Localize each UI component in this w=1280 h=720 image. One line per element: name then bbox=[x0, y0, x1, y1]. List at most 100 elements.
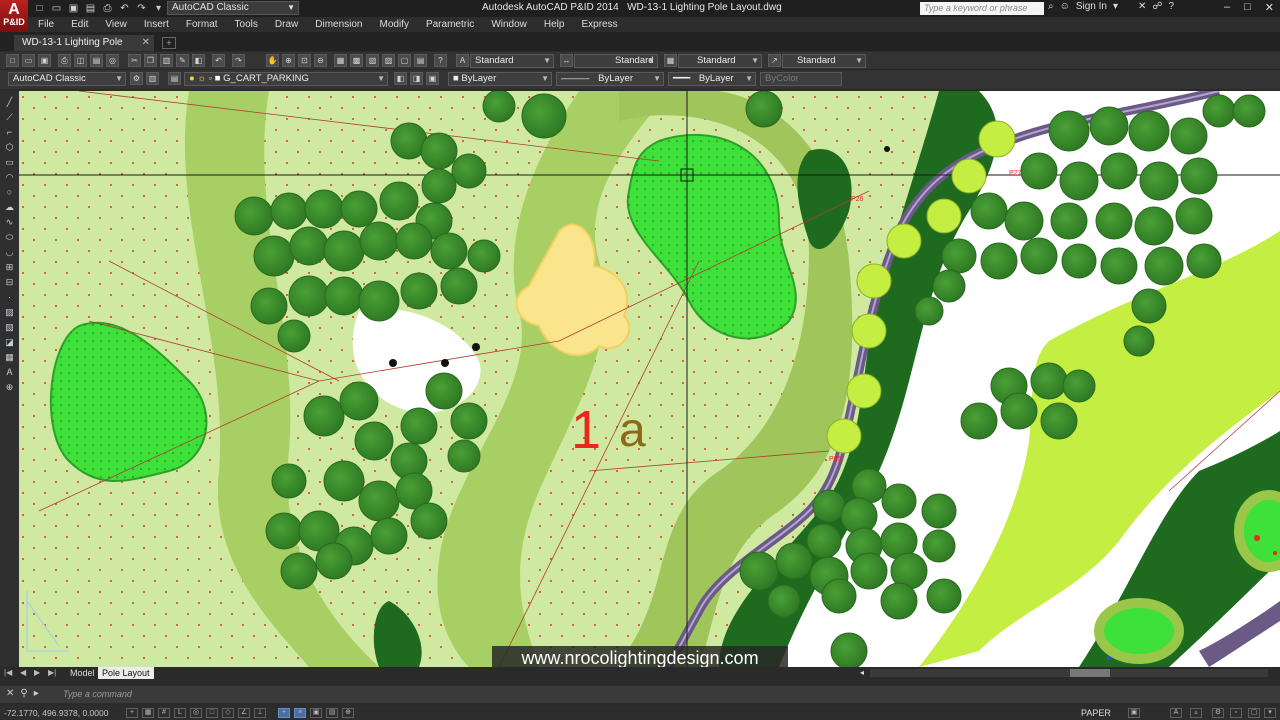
menu-help[interactable]: Help bbox=[544, 19, 565, 30]
plot-icon[interactable]: ⎙ bbox=[58, 54, 71, 67]
hatch-icon[interactable]: ▨ bbox=[3, 307, 16, 318]
menu-dimension[interactable]: Dimension bbox=[315, 19, 362, 30]
match-properties-icon[interactable]: ✎ bbox=[176, 54, 189, 67]
transparency-icon[interactable]: ▣ bbox=[310, 708, 322, 718]
make-block-icon[interactable]: ⊟ bbox=[3, 277, 16, 288]
sheet-set-icon[interactable]: ▨ bbox=[382, 54, 395, 67]
horizontal-scrollbar[interactable] bbox=[870, 669, 1268, 677]
linetype-select[interactable]: ——— ByLayer ▼ bbox=[556, 72, 664, 86]
snap-mode-icon[interactable]: ▦ bbox=[142, 708, 154, 718]
selection-cycling-icon[interactable]: ⊕ bbox=[342, 708, 354, 718]
menu-modify[interactable]: Modify bbox=[380, 19, 409, 30]
construction-line-icon[interactable]: ⟋ bbox=[3, 112, 16, 123]
quickcalc-icon[interactable]: ▤ bbox=[414, 54, 427, 67]
insert-block-icon[interactable]: ⊞ bbox=[3, 262, 16, 273]
rectangle-icon[interactable]: ▭ bbox=[3, 157, 16, 168]
infer-constraints-icon[interactable]: + bbox=[126, 708, 138, 718]
command-history-icon[interactable]: ▸ bbox=[34, 688, 39, 699]
grid-display-icon[interactable]: # bbox=[158, 708, 170, 718]
last-layout-icon[interactable]: ▶| bbox=[48, 668, 56, 677]
first-layout-icon[interactable]: |◀ bbox=[4, 668, 12, 677]
redo-icon[interactable]: ↷ bbox=[232, 54, 245, 67]
block-editor-icon[interactable]: ◧ bbox=[192, 54, 205, 67]
open-icon[interactable]: ▭ bbox=[22, 54, 35, 67]
table-style-icon[interactable]: ▦ bbox=[664, 54, 677, 67]
polar-tracking-icon[interactable]: ◎ bbox=[190, 708, 202, 718]
new-icon[interactable]: □ bbox=[32, 2, 47, 15]
save-icon[interactable]: ▣ bbox=[38, 54, 51, 67]
object-snap-icon[interactable]: □ bbox=[206, 708, 218, 718]
annotation-scale-icon[interactable]: A bbox=[1170, 708, 1182, 718]
new-icon[interactable]: □ bbox=[6, 54, 19, 67]
file-tab[interactable]: WD-13-1 Lighting Pole Layout* ✕ bbox=[14, 35, 154, 64]
tab-model[interactable]: Model bbox=[66, 667, 99, 679]
save-as-icon[interactable]: ▤ bbox=[83, 2, 98, 15]
a360-icon[interactable]: ☍ bbox=[1152, 1, 1162, 12]
chevron-down-icon[interactable]: ▾ bbox=[1113, 1, 1118, 12]
menu-express[interactable]: Express bbox=[581, 19, 617, 30]
coordinate-readout[interactable]: -72.1770, 496.9378, 0.0000 bbox=[4, 708, 108, 718]
user-icon[interactable]: ☺ bbox=[1060, 1, 1070, 12]
ellipse-icon[interactable]: ⬭ bbox=[3, 232, 16, 243]
qat-more-icon[interactable]: ▾ bbox=[151, 2, 166, 15]
maximize-icon[interactable]: □ bbox=[1244, 1, 1251, 14]
lineweight-icon[interactable]: ≡ bbox=[294, 708, 306, 718]
close-icon[interactable]: ✕ bbox=[6, 688, 14, 699]
lineweight-select[interactable]: ━━━ ByLayer ▼ bbox=[668, 72, 756, 86]
markup-icon[interactable]: ▢ bbox=[398, 54, 411, 67]
menu-window[interactable]: Window bbox=[491, 19, 527, 30]
mleader-style-select[interactable]: Standard ▼ bbox=[782, 54, 866, 68]
layer-properties-icon[interactable]: ▤ bbox=[168, 72, 181, 85]
drawing-canvas[interactable]: P26 P27 P25 1 a bbox=[19, 91, 1280, 667]
spline-icon[interactable]: ∿ bbox=[3, 217, 16, 228]
dim-style-select[interactable]: Standard ▼ bbox=[574, 54, 658, 68]
sign-in-button[interactable]: Sign In bbox=[1076, 1, 1107, 12]
copy-icon[interactable]: ❐ bbox=[144, 54, 157, 67]
make-current-icon[interactable]: ◧ bbox=[394, 72, 407, 85]
zoom-window-icon[interactable]: ⊡ bbox=[298, 54, 311, 67]
3d-object-snap-icon[interactable]: ◇ bbox=[222, 708, 234, 718]
help-icon[interactable]: ? bbox=[434, 54, 447, 67]
exchange-icon[interactable]: ✕ bbox=[1138, 1, 1146, 12]
layer-select[interactable]: ● ☼ ▫ ■ G_CART_PARKING ▼ bbox=[184, 72, 388, 86]
next-layout-icon[interactable]: ▶ bbox=[34, 668, 40, 677]
lock-ui-icon[interactable]: ▫ bbox=[1230, 708, 1242, 718]
layer-previous-icon[interactable]: ◨ bbox=[410, 72, 423, 85]
clean-screen-icon[interactable]: ▢ bbox=[1248, 708, 1260, 718]
pan-icon[interactable]: ✋ bbox=[266, 54, 279, 67]
annotation-visibility-icon[interactable]: ▵ bbox=[1190, 708, 1202, 718]
menu-view[interactable]: View bbox=[105, 19, 127, 30]
workspace-select[interactable]: AutoCAD Classic ▼ bbox=[8, 72, 126, 86]
workspace-lock-icon[interactable]: ▥ bbox=[146, 72, 159, 85]
menu-format[interactable]: Format bbox=[186, 19, 218, 30]
statusbar-menu-icon[interactable]: ▾ bbox=[1264, 708, 1276, 718]
color-select[interactable]: ■ ByLayer ▼ bbox=[448, 72, 552, 86]
polygon-icon[interactable]: ⬡ bbox=[3, 142, 16, 153]
cut-icon[interactable]: ✂ bbox=[128, 54, 141, 67]
maximize-viewport-icon[interactable]: ▣ bbox=[1128, 708, 1140, 718]
space-indicator[interactable]: PAPER bbox=[1081, 708, 1111, 718]
tool-palettes-icon[interactable]: ▧ bbox=[366, 54, 379, 67]
multiline-text-icon[interactable]: A bbox=[3, 367, 16, 378]
workspace-switching-icon[interactable]: ⚙ bbox=[1212, 708, 1224, 718]
add-selected-icon[interactable]: ⊕ bbox=[3, 382, 16, 393]
customize-icon[interactable]: ⚲ bbox=[20, 688, 27, 699]
menu-edit[interactable]: Edit bbox=[71, 19, 88, 30]
application-menu-button[interactable]: A P&ID bbox=[0, 0, 28, 32]
redo-icon[interactable]: ↷ bbox=[134, 2, 149, 15]
text-style-icon[interactable]: A bbox=[456, 54, 469, 67]
line-icon[interactable]: ╱ bbox=[3, 97, 16, 108]
dynamic-input-icon[interactable]: + bbox=[278, 708, 290, 718]
open-icon[interactable]: ▭ bbox=[49, 2, 64, 15]
zoom-previous-icon[interactable]: ⊖ bbox=[314, 54, 327, 67]
3d-print-icon[interactable]: ◎ bbox=[106, 54, 119, 67]
undo-icon[interactable]: ↶ bbox=[117, 2, 132, 15]
workspace-settings-icon[interactable]: ⚙ bbox=[130, 72, 143, 85]
close-icon[interactable]: ✕ bbox=[142, 35, 150, 51]
scroll-left-icon[interactable]: ◂ bbox=[860, 668, 864, 677]
menu-file[interactable]: File bbox=[38, 19, 54, 30]
tab-pole-layout[interactable]: Pole Layout bbox=[98, 667, 154, 679]
object-snap-tracking-icon[interactable]: ∠ bbox=[238, 708, 250, 718]
workspace-select[interactable]: AutoCAD Classic ▼ bbox=[167, 1, 299, 15]
close-icon[interactable]: ✕ bbox=[1265, 1, 1274, 14]
